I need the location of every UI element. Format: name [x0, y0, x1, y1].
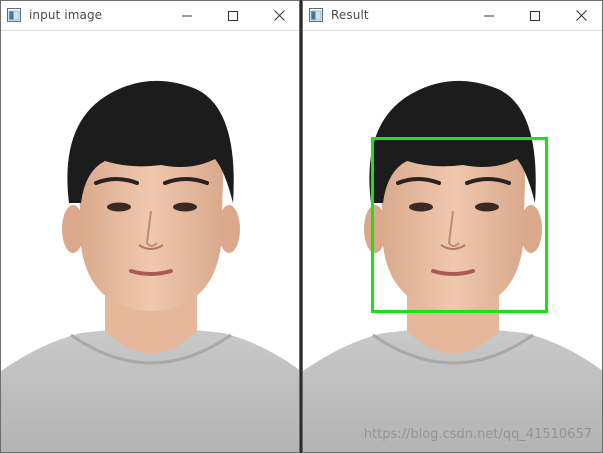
window-input-image[interactable]: input image — [0, 0, 300, 453]
face-detection-box — [371, 137, 548, 313]
app-window-icon — [309, 8, 323, 22]
desktop: input image Result https://blog.csdn.net… — [0, 0, 603, 453]
minimize-icon — [182, 15, 192, 16]
maximize-icon — [228, 10, 238, 21]
close-icon — [273, 10, 285, 21]
window-result[interactable]: Result https://blog.csdn.net/qq_41510657 — [302, 0, 603, 453]
image-canvas: https://blog.csdn.net/qq_41510657 — [303, 31, 602, 452]
minimize-button[interactable] — [164, 1, 210, 30]
close-button[interactable] — [256, 1, 299, 30]
minimize-icon — [484, 15, 494, 16]
close-button[interactable] — [558, 1, 602, 30]
window-title: input image — [29, 8, 103, 22]
portrait-photo — [1, 31, 299, 452]
titlebar[interactable]: Result — [303, 1, 602, 31]
app-window-icon — [7, 8, 21, 22]
maximize-button[interactable] — [210, 1, 256, 30]
minimize-button[interactable] — [466, 1, 512, 30]
titlebar[interactable]: input image — [1, 1, 299, 31]
watermark: https://blog.csdn.net/qq_41510657 — [363, 427, 592, 442]
close-icon — [575, 10, 587, 21]
image-canvas — [1, 31, 299, 452]
maximize-icon — [530, 10, 540, 21]
window-title: Result — [331, 8, 369, 22]
maximize-button[interactable] — [512, 1, 558, 30]
